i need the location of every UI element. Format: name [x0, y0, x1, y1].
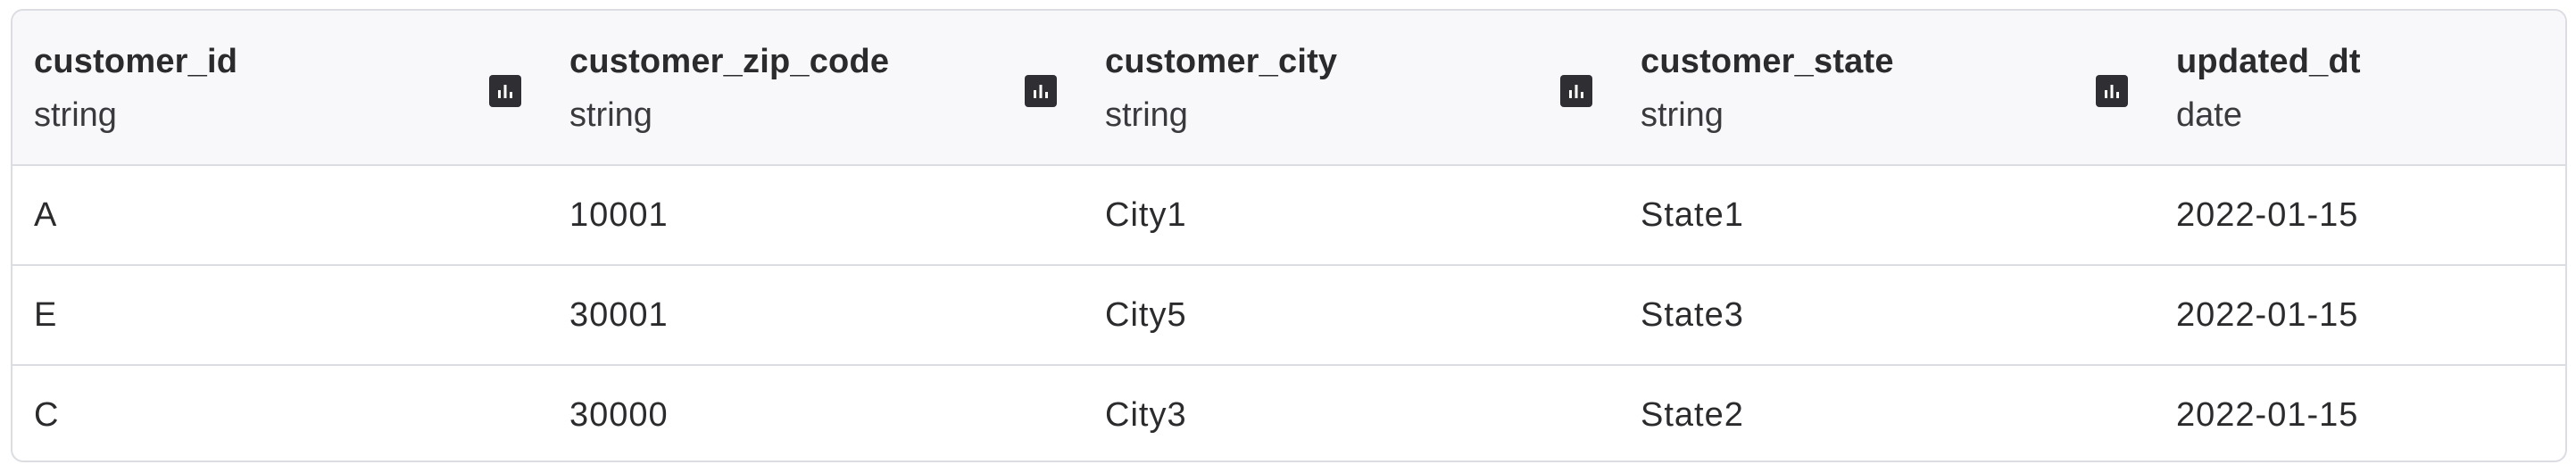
column-type: string — [34, 96, 117, 134]
bar-chart-icon[interactable] — [2096, 75, 2128, 107]
table-cell[interactable]: 30000 — [548, 364, 1084, 461]
table-cell[interactable]: City3 — [1084, 364, 1619, 461]
column-header-customer-id[interactable]: customer_id string — [12, 11, 548, 166]
table-cell[interactable]: 2022-01-15 — [2155, 364, 2565, 461]
column-header-customer-city[interactable]: customer_city string — [1084, 11, 1619, 166]
column-name: customer_id — [34, 43, 238, 80]
column-type: date — [2176, 96, 2242, 134]
table-cell[interactable]: State3 — [1619, 264, 2155, 365]
column-type: string — [1105, 96, 1188, 134]
column-name: customer_city — [1105, 43, 1338, 80]
table-cell[interactable]: A — [12, 165, 548, 265]
table-cell[interactable]: 10001 — [548, 165, 1084, 265]
table-row[interactable]: A 10001 City1 State1 2022-01-15 — [12, 165, 2565, 265]
table-row[interactable]: E 30001 City5 State3 2022-01-15 — [12, 264, 2565, 365]
table-cell[interactable]: City1 — [1084, 165, 1619, 265]
column-header-customer-zip-code[interactable]: customer_zip_code string — [548, 11, 1084, 166]
table-cell[interactable]: C — [12, 364, 548, 461]
bar-chart-icon[interactable] — [489, 75, 521, 107]
table-cell[interactable]: State2 — [1619, 364, 2155, 461]
data-table: customer_id string customer_zip_code str… — [11, 9, 2567, 462]
column-header-customer-state[interactable]: customer_state string — [1619, 11, 2155, 166]
column-name: updated_dt — [2176, 43, 2361, 80]
bar-chart-icon[interactable] — [1025, 75, 1057, 107]
column-header-updated-dt[interactable]: updated_dt date — [2155, 11, 2565, 166]
header-row: customer_id string customer_zip_code str… — [12, 11, 2565, 166]
table-header: customer_id string customer_zip_code str… — [12, 11, 2565, 166]
table-cell[interactable]: E — [12, 264, 548, 365]
column-type: string — [1641, 96, 1724, 134]
table-cell[interactable]: 2022-01-15 — [2155, 264, 2565, 365]
table-cell[interactable]: 30001 — [548, 264, 1084, 365]
table-row[interactable]: C 30000 City3 State2 2022-01-15 — [12, 364, 2565, 461]
table-body: A 10001 City1 State1 2022-01-15 E 30001 … — [12, 165, 2565, 461]
bar-chart-icon[interactable] — [1560, 75, 1592, 107]
table-cell[interactable]: 2022-01-15 — [2155, 165, 2565, 265]
column-name: customer_zip_code — [569, 43, 890, 80]
table-cell[interactable]: State1 — [1619, 165, 2155, 265]
table-cell[interactable]: City5 — [1084, 264, 1619, 365]
column-type: string — [569, 96, 652, 134]
column-name: customer_state — [1641, 43, 1894, 80]
data-grid: customer_id string customer_zip_code str… — [12, 11, 2565, 461]
